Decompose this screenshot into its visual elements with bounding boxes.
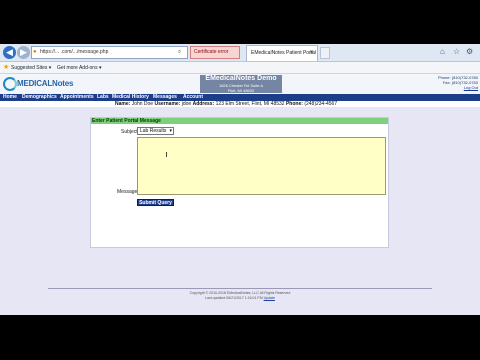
tab-title: EMedicalNotes Patient Portal [251, 50, 317, 56]
favorites-bar: ★ Suggested Sites ▾ Get more Add-ons ▾ [0, 62, 480, 74]
subject-select[interactable]: Lab Results ▾ [137, 127, 174, 135]
update-link[interactable]: Update [264, 296, 275, 300]
footer-divider [48, 288, 432, 289]
favorites-star-icon[interactable]: ☆ [453, 47, 460, 56]
forward-button[interactable]: ▶ [17, 46, 30, 59]
tab-patient-portal[interactable]: EMedicalNotes Patient Portal ✕ [246, 45, 318, 61]
search-icon[interactable]: ⌕ [172, 46, 188, 59]
nav-appointments[interactable]: Appointments [60, 94, 94, 101]
nav-medical-history[interactable]: Medical History [112, 94, 149, 101]
star-icon: ★ [3, 64, 10, 71]
logout-link[interactable]: Log Out [438, 85, 478, 90]
nav-home[interactable]: Home [3, 94, 17, 101]
site-header: MEDICALNotes EMedicalNotes Demo 1626 Che… [0, 74, 480, 94]
contact-info: Phone: (810)732-0780 Fax: (810)732-0783 … [438, 75, 478, 90]
text-cursor [166, 152, 167, 157]
form-title: Enter Patient Portal Message [91, 118, 388, 124]
footer-copyright: Copyright © 2010-2018 EMedicalNotes, LLC… [189, 291, 291, 295]
message-form-panel: Enter Patient Portal Message Subject Lab… [90, 117, 389, 248]
main-nav: Home Demographics Appointments Labs Medi… [0, 94, 480, 101]
clinic-name: EMedicalNotes Demo [205, 75, 277, 82]
submit-button[interactable]: Submit Query [137, 199, 174, 206]
clinic-info: EMedicalNotes Demo 1626 Chester Rd Suite… [200, 75, 282, 93]
browser-window: ◀ ▶ ● https://... .com/.../message.php ⌕… [0, 44, 480, 315]
clinic-city: Flint, MI 48532 [227, 88, 255, 93]
subject-value: Lab Results [140, 128, 167, 134]
certificate-error-text: Certificate error [194, 49, 229, 55]
chevron-down-icon: ▾ [169, 128, 172, 134]
home-icon[interactable]: ⌂ [440, 47, 445, 56]
footer-updated: Last updated 06/21/2017 1:16:01 PM Updat… [0, 296, 480, 300]
last-updated-text: Last updated 06/21/2017 1:16:01 PM [205, 296, 263, 300]
content-area: Enter Patient Portal Message Subject Lab… [0, 107, 480, 315]
close-icon[interactable]: ✕ [309, 46, 314, 61]
address-bar: ◀ ▶ ● https://... .com/.../message.php ⌕… [0, 44, 480, 62]
logo-icon [3, 77, 17, 91]
logo-text: MEDICALNotes [17, 79, 74, 88]
nav-demographics[interactable]: Demographics [22, 94, 57, 101]
message-textarea[interactable] [137, 137, 386, 195]
get-more-addons-link[interactable]: Get more Add-ons ▾ [57, 62, 101, 74]
certificate-error-badge[interactable]: Certificate error [190, 46, 240, 59]
gear-icon[interactable]: ⚙ [466, 47, 473, 56]
new-tab-button[interactable] [320, 47, 330, 59]
url-text: https://... .com/.../message.php [40, 49, 109, 55]
nav-account[interactable]: Account [183, 94, 203, 101]
url-input[interactable]: ● https://... .com/.../message.php [31, 46, 181, 59]
lock-icon: ● [33, 49, 37, 55]
nav-messages[interactable]: Messages [153, 94, 177, 101]
suggested-sites-link[interactable]: Suggested Sites ▾ [11, 62, 51, 74]
logo[interactable]: MEDICALNotes [3, 77, 73, 92]
back-button[interactable]: ◀ [3, 46, 16, 59]
subject-label: Subject [121, 129, 138, 135]
nav-labs[interactable]: Labs [97, 94, 109, 101]
message-label: Message [117, 189, 138, 195]
